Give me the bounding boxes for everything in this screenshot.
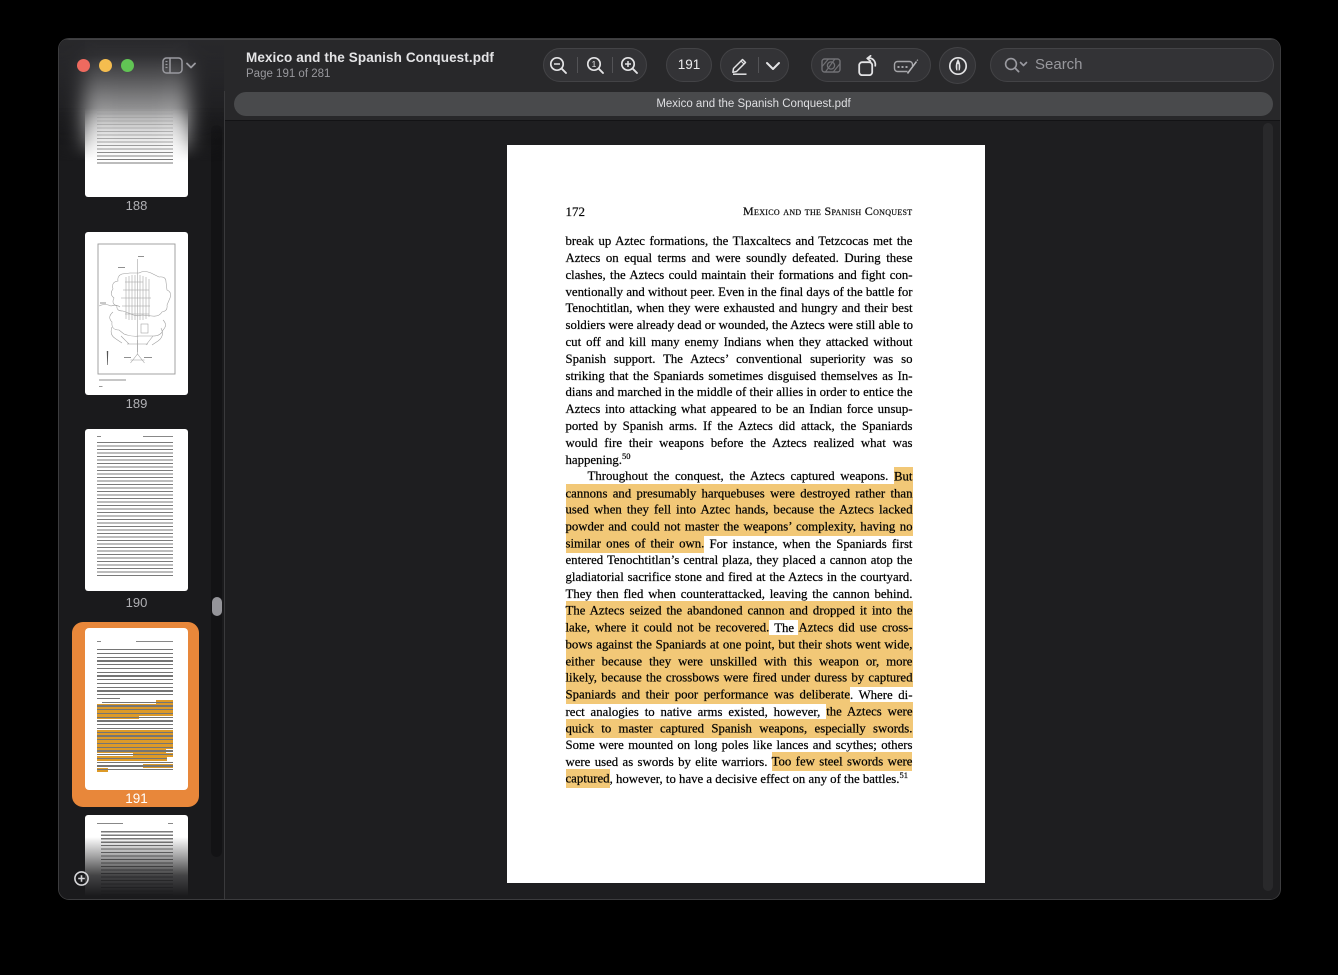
svg-text:1: 1 [591, 59, 596, 69]
